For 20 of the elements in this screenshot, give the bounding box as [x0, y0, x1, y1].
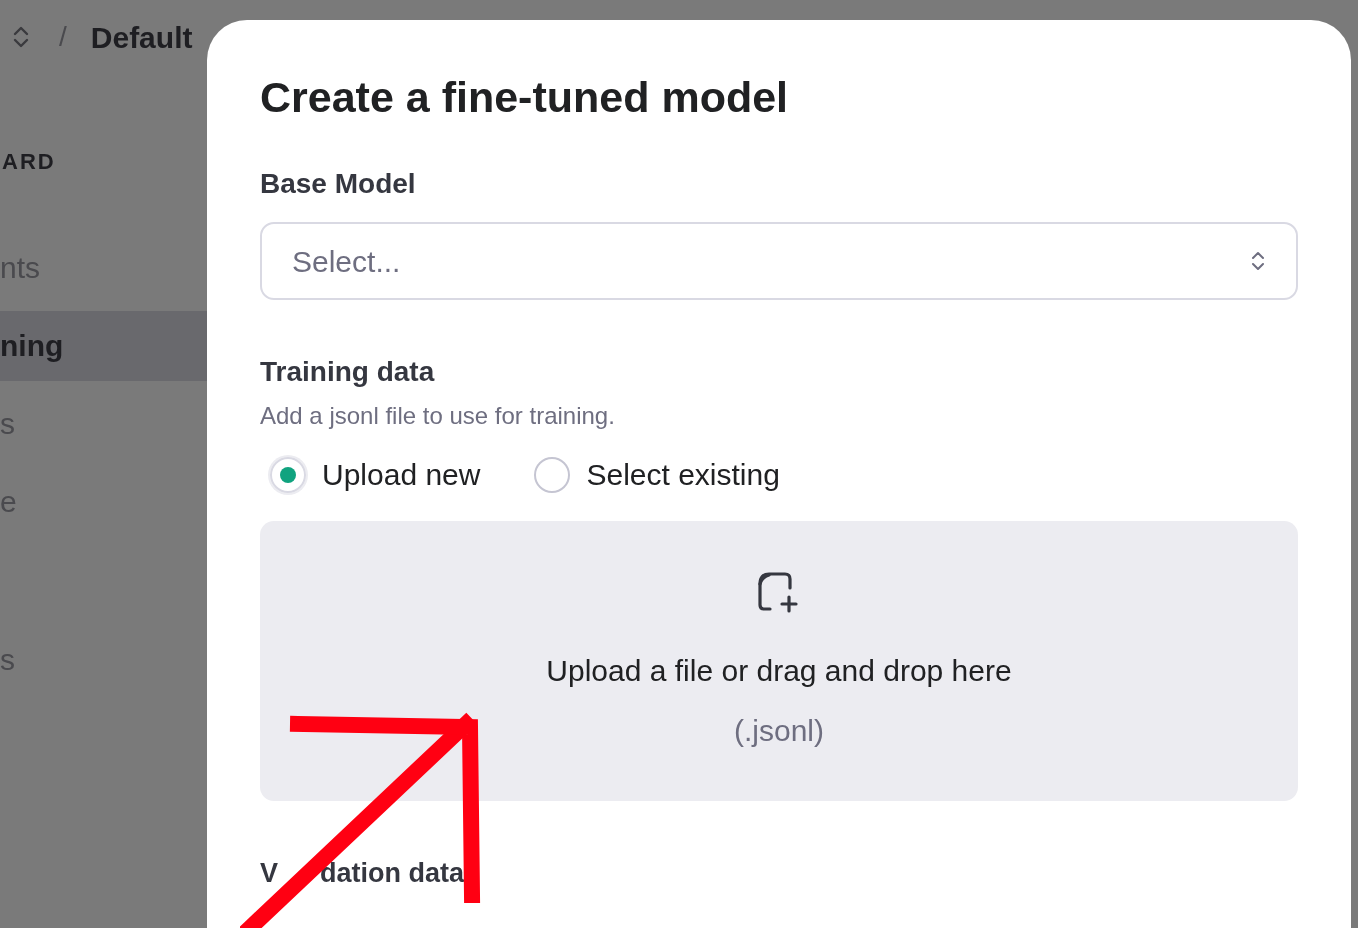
chevron-updown-icon: [1250, 249, 1266, 273]
breadcrumb-separator: /: [59, 20, 67, 54]
dialog-title: Create a fine-tuned model: [260, 72, 790, 123]
project-name[interactable]: Default: [90, 14, 193, 60]
chevron-updown-icon[interactable]: [11, 24, 31, 50]
radio-button[interactable]: [270, 456, 306, 493]
field-label: Base Model: [260, 167, 417, 201]
dropzone-text: Upload a file or drag and drop here: [546, 653, 1012, 689]
field-label-end: dation data: [320, 857, 465, 890]
select-field[interactable]: Select...: [260, 222, 1298, 300]
file-format-hint: (.jsonl): [734, 713, 824, 749]
sidebar-item[interactable]: ning: [0, 311, 207, 381]
field-hint: Add a jsonl file to use for training.: [260, 401, 616, 431]
section-label: ARD: [2, 148, 56, 176]
radio-label: Select existing: [586, 457, 780, 493]
field-label: Training data: [260, 355, 436, 389]
radio-label: Upload new: [322, 457, 481, 493]
upload-dropzone[interactable]: Upload a file or drag and drop here (.jsonl): [260, 521, 1298, 801]
field-label-start: V: [260, 857, 278, 890]
radio-button[interactable]: [534, 456, 571, 493]
